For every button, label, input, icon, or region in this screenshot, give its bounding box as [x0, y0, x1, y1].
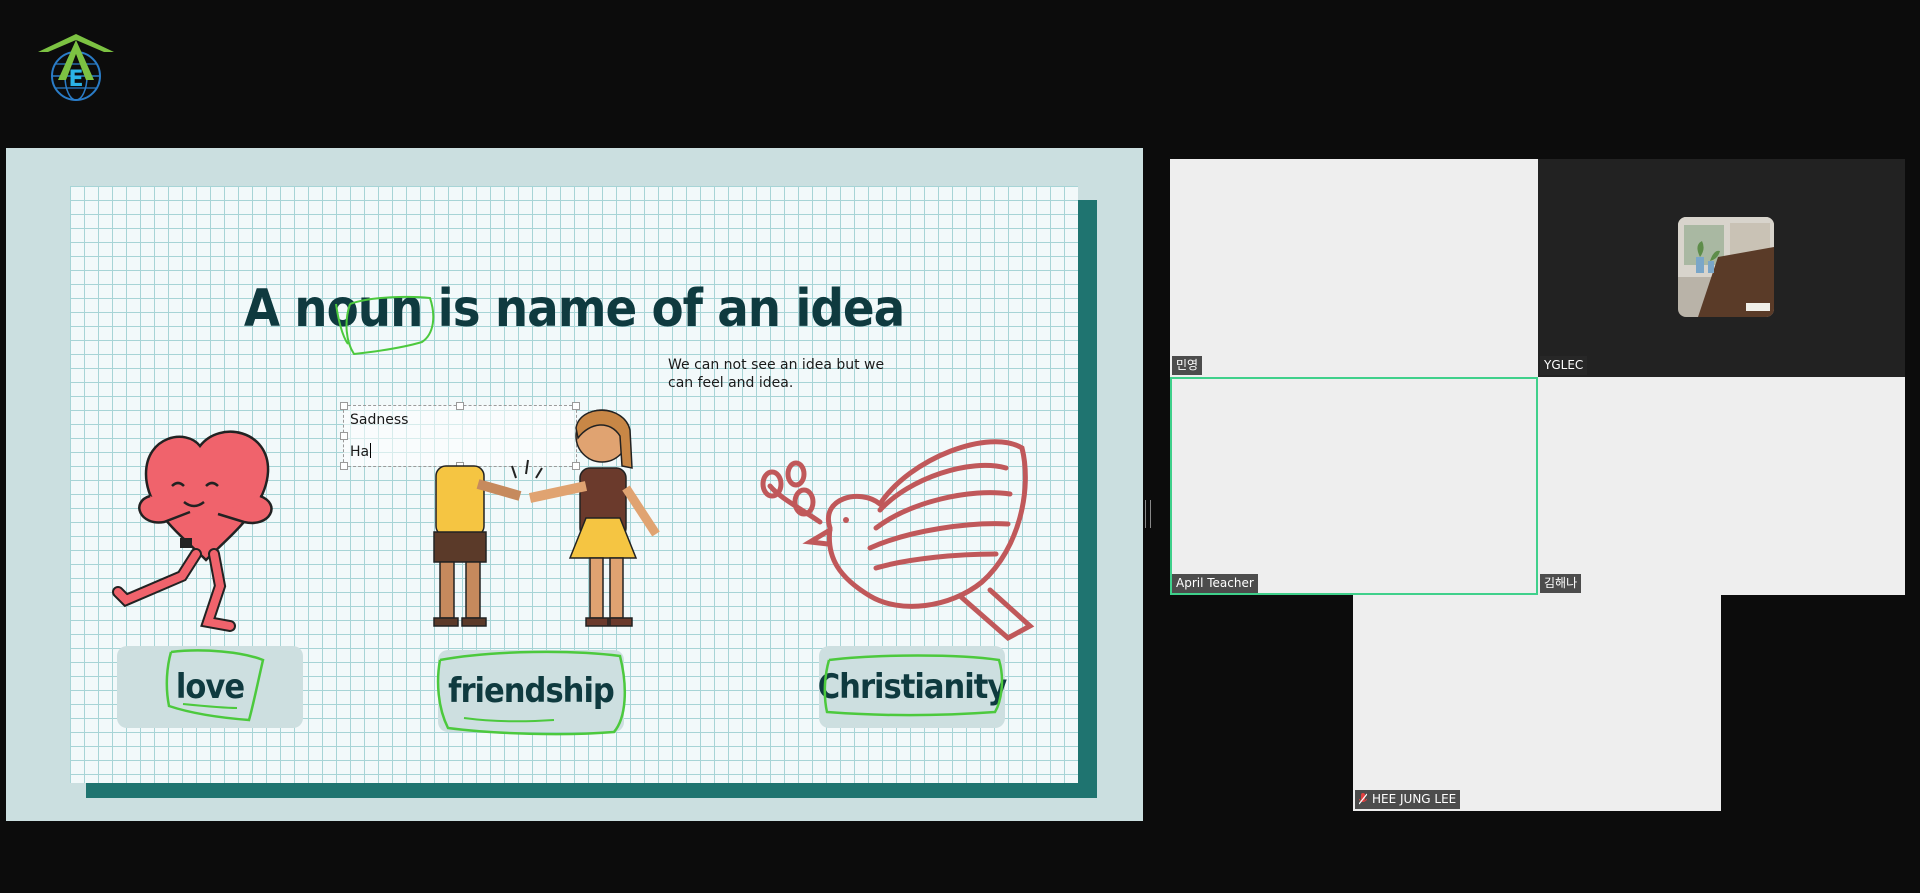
christianity-label-card: Christianity: [817, 646, 1008, 728]
noun-annotation-circle: [335, 295, 435, 356]
svg-text:E: E: [68, 67, 83, 92]
resize-handle[interactable]: [340, 402, 348, 410]
resize-handle[interactable]: [340, 462, 348, 470]
friendship-label-card: friendship: [438, 650, 624, 732]
panel-resize-handle[interactable]: [1145, 500, 1151, 528]
participant-tile[interactable]: 김해나: [1538, 377, 1905, 595]
participant-name: YGLEC: [1540, 356, 1588, 375]
participant-name: 김해나: [1540, 574, 1582, 593]
participant-tile[interactable]: HEE JUNG LEE: [1353, 595, 1721, 811]
dove-with-olive-branch-illustration: [760, 439, 1035, 642]
text-caret: [370, 443, 372, 458]
hugging-heart-illustration: [112, 430, 273, 632]
participant-name: 민영: [1172, 356, 1203, 375]
textbox-line-2[interactable]: Ha: [350, 443, 372, 460]
shared-slide: A noun is name of an idea We can not see…: [6, 148, 1143, 821]
resize-handle[interactable]: [340, 432, 348, 440]
slide-grid-paper: A noun is name of an idea We can not see…: [70, 186, 1078, 783]
slide-title: A noun is name of an idea: [243, 279, 905, 339]
love-label-card: love: [117, 646, 303, 728]
christianity-label: Christianity: [817, 667, 1008, 707]
love-label: love: [175, 667, 245, 707]
participant-avatar-photo: [1678, 217, 1774, 317]
academy-logo-icon: E: [38, 34, 114, 101]
friendship-label: friendship: [448, 671, 615, 711]
textbox-line-1: Sadness: [350, 412, 409, 428]
participant-name: April Teacher: [1172, 574, 1258, 593]
participant-name-bar: HEE JUNG LEE: [1355, 790, 1461, 809]
participant-tile-active-speaker[interactable]: April Teacher: [1170, 377, 1538, 595]
slide-subtext: We can not see an idea but we can feel a…: [668, 357, 885, 391]
participant-tile[interactable]: YGLEC: [1538, 159, 1905, 377]
handshake-friends-illustration: [433, 409, 660, 627]
mic-muted-icon: [1359, 793, 1367, 805]
participant-tile[interactable]: 민영: [1170, 159, 1538, 377]
